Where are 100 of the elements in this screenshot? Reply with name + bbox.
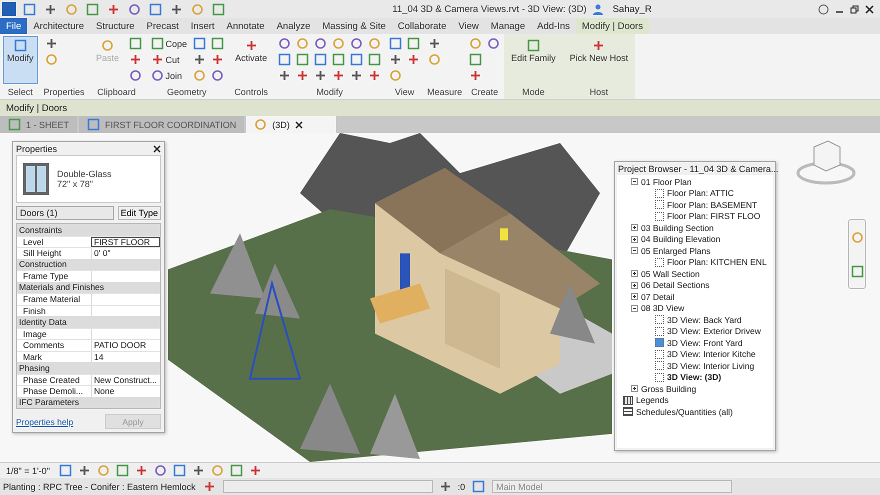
document-tab[interactable]: 1 - SHEET xyxy=(0,116,78,133)
quick-access-button[interactable] xyxy=(211,2,226,16)
expand-icon[interactable] xyxy=(631,385,638,392)
tree-item[interactable]: 08 3D View xyxy=(617,302,773,314)
help-link[interactable]: Properties help xyxy=(16,416,74,426)
ribbon-tab[interactable]: View xyxy=(452,18,485,34)
tree-item[interactable]: 3D View: Exterior Drivew xyxy=(617,326,773,337)
ribbon-tab[interactable]: Annotate xyxy=(220,18,271,34)
group-header[interactable]: Phasing xyxy=(17,362,160,374)
ribbon-tab[interactable]: Analyze xyxy=(270,18,316,34)
tool-button[interactable] xyxy=(468,52,484,67)
ribbon-tab[interactable]: Architecture xyxy=(27,18,90,34)
group-header[interactable]: Identity Data xyxy=(17,316,160,328)
type-selector[interactable]: Double-Glass 72" x 78" xyxy=(16,155,161,203)
tree-item[interactable]: 04 Building Elevation xyxy=(617,234,773,245)
tree-item[interactable]: 05 Wall Section xyxy=(617,268,773,280)
navigation-bar[interactable] xyxy=(848,219,866,289)
tree-item[interactable]: 03 Building Section xyxy=(617,222,773,234)
close-icon[interactable] xyxy=(864,4,874,14)
tree-item[interactable]: 3D View: (3D) xyxy=(617,372,773,383)
tool-button[interactable] xyxy=(192,36,208,51)
tool-button[interactable] xyxy=(128,68,143,83)
tool-button[interactable] xyxy=(313,36,328,51)
document-tab[interactable]: (3D) xyxy=(246,116,336,133)
close-icon[interactable] xyxy=(153,144,161,152)
tool-button[interactable]: Pick New Host xyxy=(566,36,632,84)
tree-item[interactable]: 07 Detail xyxy=(617,291,773,302)
tool-button[interactable] xyxy=(349,36,364,51)
tool-button[interactable] xyxy=(128,36,143,51)
tree-item[interactable]: Legends xyxy=(617,394,773,406)
tool-button[interactable] xyxy=(295,52,310,67)
group-header[interactable]: IFC Parameters xyxy=(17,396,160,408)
tool-button[interactable] xyxy=(367,52,382,67)
tree-item[interactable]: 01 Floor Plan xyxy=(617,176,773,188)
view-control-button[interactable] xyxy=(152,463,168,478)
tool-button[interactable]: Join xyxy=(148,68,190,83)
collapse-icon[interactable] xyxy=(631,178,638,186)
tree-item[interactable]: 3D View: Interior Living xyxy=(617,360,773,372)
ribbon-tab[interactable]: Massing & Site xyxy=(316,18,392,34)
tool-button[interactable] xyxy=(277,36,292,51)
ribbon-tab[interactable]: Add-Ins xyxy=(531,18,576,34)
tool-button[interactable] xyxy=(210,36,226,51)
quick-access-button[interactable] xyxy=(127,2,142,16)
property-value[interactable]: New Construct... xyxy=(91,374,160,385)
tree-item[interactable]: 3D View: Back Yard xyxy=(617,314,773,326)
quick-access-button[interactable] xyxy=(22,2,37,16)
user-name[interactable]: Sahay_R xyxy=(612,4,652,14)
property-value[interactable]: PATIO DOOR xyxy=(91,340,160,350)
expand-icon[interactable] xyxy=(631,224,638,232)
tool-button[interactable] xyxy=(406,36,422,51)
document-tab[interactable]: FIRST FLOOR COORDINATION xyxy=(79,116,244,133)
expand-icon[interactable] xyxy=(631,282,638,289)
collapse-icon[interactable] xyxy=(631,304,638,312)
tool-button[interactable] xyxy=(388,36,404,51)
tree-item[interactable]: Floor Plan: ATTIC xyxy=(617,188,773,199)
view-scale[interactable]: 1/8" = 1'-0" xyxy=(6,466,50,476)
tool-button[interactable]: Edit Family xyxy=(507,36,560,84)
tool-button[interactable]: Cut xyxy=(148,52,190,67)
group-header[interactable]: Materials and Finishes xyxy=(17,282,160,293)
expand-icon[interactable] xyxy=(631,236,638,243)
group-header[interactable]: Constraints xyxy=(17,224,160,236)
collapse-icon[interactable] xyxy=(631,247,638,254)
tool-button[interactable] xyxy=(313,52,328,67)
restore-icon[interactable] xyxy=(850,4,859,14)
tool-button[interactable] xyxy=(486,36,502,51)
quick-access-button[interactable] xyxy=(85,2,100,16)
tool-button[interactable]: Cope xyxy=(148,36,190,51)
view-control-button[interactable] xyxy=(172,463,187,478)
tree-item[interactable]: Floor Plan: BASEMENT xyxy=(617,199,773,210)
ribbon-tab[interactable]: Collaborate xyxy=(392,18,452,34)
tool-button[interactable] xyxy=(349,52,364,67)
close-icon[interactable] xyxy=(294,120,303,128)
expand-icon[interactable] xyxy=(631,293,638,300)
tool-button[interactable]: Activate xyxy=(231,36,272,84)
tree-item[interactable]: 3D View: Interior Kitche xyxy=(617,348,773,360)
quick-access-button[interactable] xyxy=(148,2,163,16)
ribbon-tab[interactable]: Modify | Doors xyxy=(576,18,649,34)
tree-item[interactable]: 05 Enlarged Plans xyxy=(617,245,773,256)
view-control-button[interactable] xyxy=(114,463,130,478)
tool-button[interactable] xyxy=(210,68,226,83)
ribbon-tab[interactable]: Precast xyxy=(140,18,185,34)
ribbon-tab[interactable]: File xyxy=(0,18,28,34)
tool-button[interactable]: Modify xyxy=(3,36,38,84)
design-options-button[interactable] xyxy=(471,479,486,494)
property-value[interactable]: FIRST FLOOR xyxy=(91,236,160,247)
tree-item[interactable]: Floor Plan: KITCHEN ENL xyxy=(617,256,773,268)
tool-button[interactable] xyxy=(277,52,292,67)
expand-icon[interactable] xyxy=(631,270,638,278)
tree-item[interactable]: 3D View: Front Yard xyxy=(617,337,773,348)
tree-item[interactable]: Schedules/Quantities (all) xyxy=(617,406,773,418)
ribbon-tab[interactable]: Structure xyxy=(90,18,141,34)
tree-item[interactable]: Gross Building xyxy=(617,383,773,394)
view-control-button[interactable] xyxy=(228,463,244,478)
tool-button[interactable] xyxy=(331,52,346,67)
tree-item[interactable]: Floor Plan: FIRST FLOO xyxy=(617,210,773,222)
category-dropdown[interactable]: Doors (1) xyxy=(16,206,114,220)
group-header[interactable]: Construction xyxy=(17,258,160,270)
view-control-button[interactable] xyxy=(58,463,73,478)
ribbon-tab[interactable]: Manage xyxy=(484,18,532,34)
tree-item[interactable]: 06 Detail Sections xyxy=(617,280,773,291)
